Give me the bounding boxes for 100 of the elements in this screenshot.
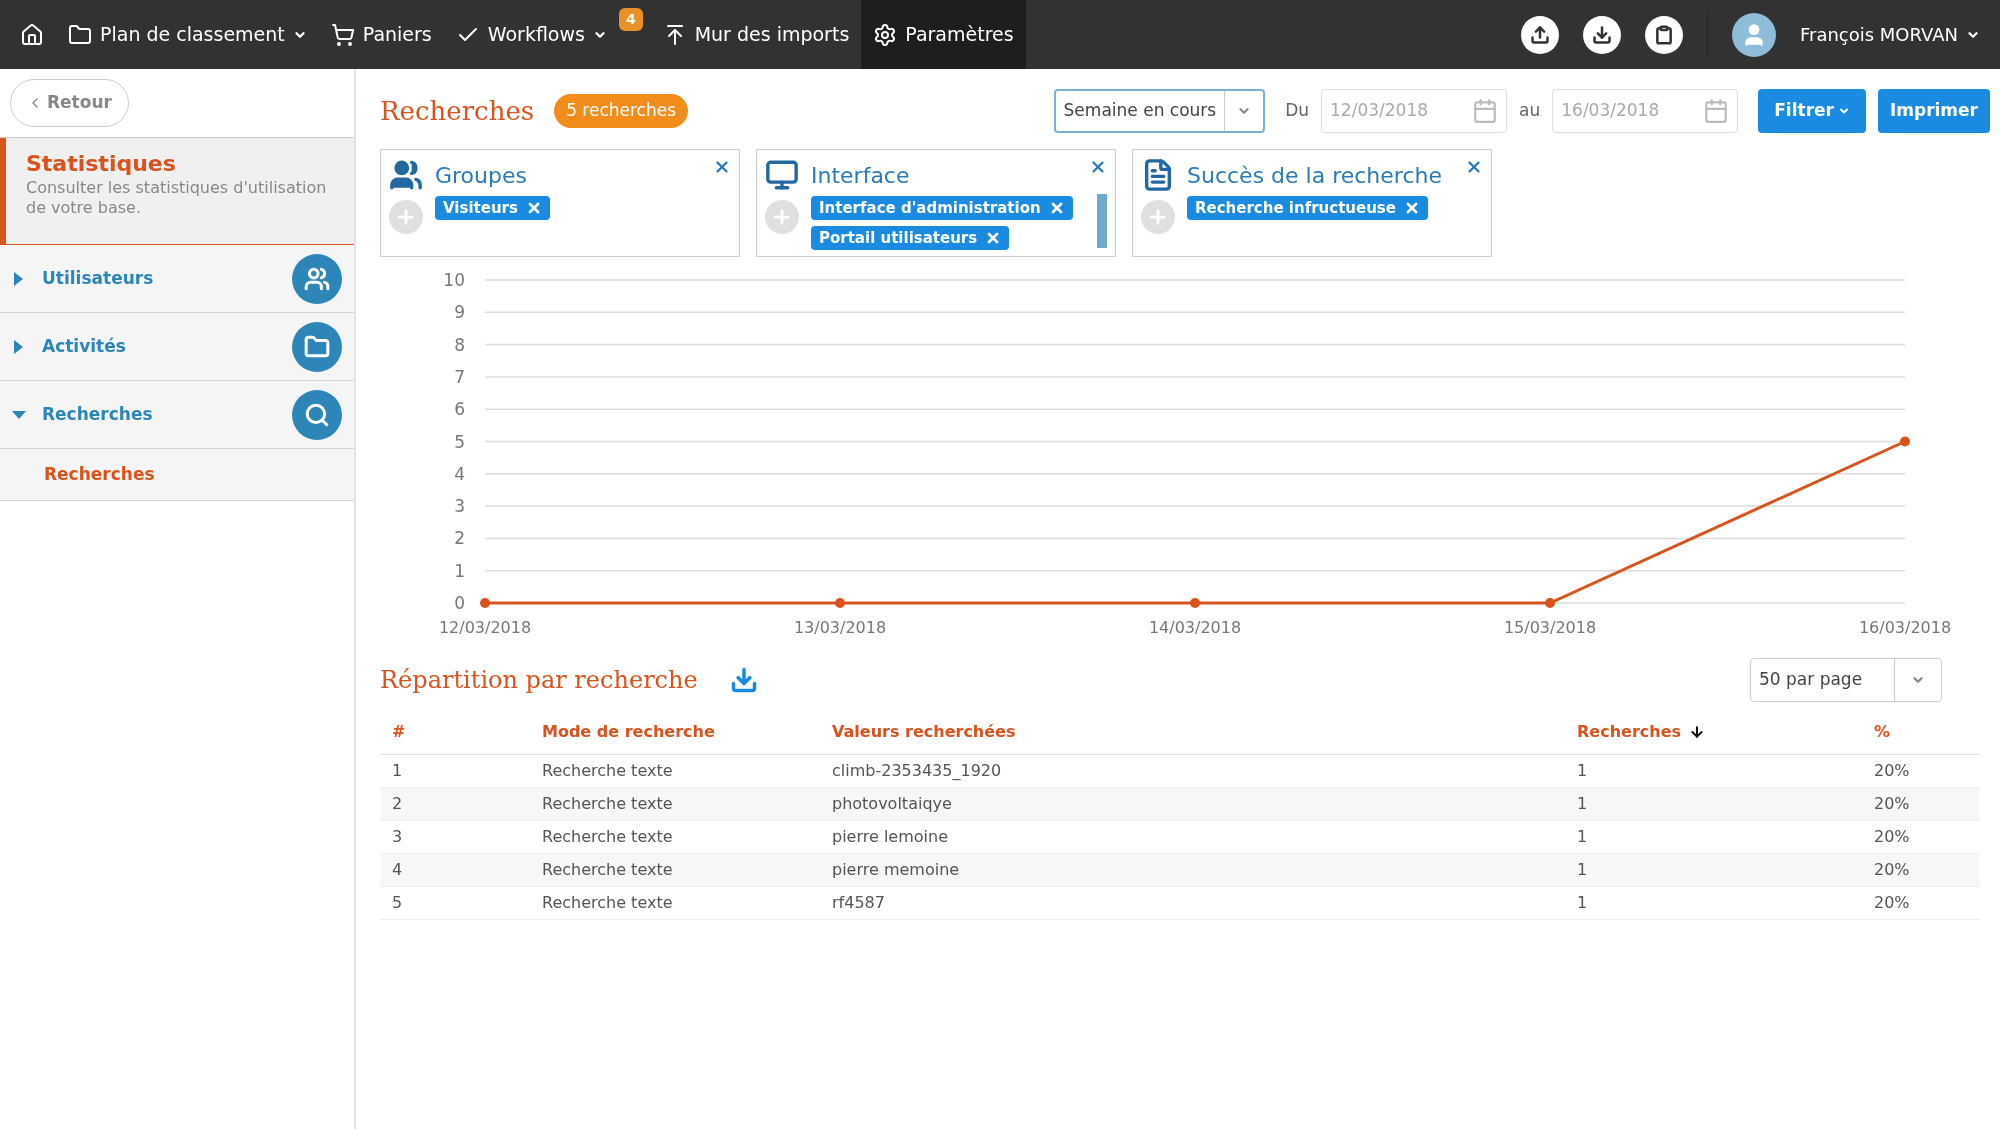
y-tick-label: 10 (443, 270, 465, 290)
y-tick-label: 2 (454, 528, 465, 549)
filter-title: Interface (811, 161, 910, 190)
table-cell: Recherche texte (530, 754, 820, 787)
upload-button[interactable] (1520, 15, 1559, 54)
column-header[interactable]: Recherches (1565, 710, 1862, 754)
column-header: Mode de recherche (530, 710, 820, 754)
nav-item[interactable]: Paniers (318, 0, 444, 69)
column-header: % (1862, 710, 1980, 754)
nav-item[interactable]: Mur des imports (650, 0, 862, 69)
folder-icon (292, 321, 342, 372)
sidebar-item[interactable]: Recherches (0, 381, 354, 449)
table-cell: Recherche texte (530, 853, 820, 886)
cart-icon (330, 22, 355, 47)
filter-title: Groupes (435, 161, 527, 190)
close-button[interactable] (1465, 158, 1483, 176)
user-menu[interactable]: François MORVAN (1799, 21, 1980, 48)
filter-tag[interactable]: Visiteurs (435, 196, 550, 220)
download-icon (1591, 24, 1612, 45)
nav-item[interactable]: Plan de classement (56, 0, 319, 69)
filter-tag[interactable]: Portail utilisateurs (811, 226, 1010, 250)
clipboard-icon (1653, 24, 1674, 45)
print-button[interactable]: Imprimer (1877, 89, 1990, 133)
table-cell: Recherche texte (530, 886, 820, 919)
table-cell: 5 (380, 886, 530, 919)
sidebar-subtitle: Consulter les statistiques d'utilisation de votre base. (26, 177, 328, 218)
download-button[interactable] (1582, 15, 1621, 54)
scrollbar[interactable] (1097, 194, 1107, 248)
table-cell: 20% (1862, 787, 1980, 820)
y-tick-label: 4 (454, 463, 465, 484)
table-cell: climb-2353435_1920 (820, 754, 1565, 787)
table-cell: pierre memoine (820, 853, 1565, 886)
search-icon (292, 389, 342, 440)
nav-item[interactable]: Paramètres (861, 0, 1026, 69)
y-tick-label: 1 (454, 560, 465, 581)
y-tick-label: 9 (454, 302, 465, 323)
page-size-select[interactable]: 50 par page (1750, 658, 1942, 702)
date-field[interactable]: 16/03/2018 (1552, 89, 1739, 133)
data-point (1545, 598, 1555, 608)
filter-tag[interactable]: Recherche infructueuse (1187, 196, 1428, 220)
download-icon[interactable] (729, 666, 758, 694)
table-cell: 1 (1565, 754, 1862, 787)
x-tick-label: 16/03/2018 (1858, 618, 1952, 637)
page-title: Recherches (380, 94, 535, 128)
date-field[interactable]: 12/03/2018 (1321, 89, 1508, 133)
monitor-icon (765, 158, 799, 192)
table-cell: Recherche texte (530, 787, 820, 820)
data-point (1190, 598, 1200, 608)
data-point (480, 598, 490, 608)
folder-icon (68, 22, 92, 47)
period-select[interactable]: Semaine en cours (1053, 89, 1266, 133)
sidebar-title: Statistiques (26, 150, 177, 178)
table-cell: photovoltaiqye (820, 787, 1565, 820)
table-cell: 20% (1862, 754, 1980, 787)
from-label: Du (1285, 99, 1310, 123)
x-tick-label: 14/03/2018 (1148, 618, 1242, 637)
filter-tag[interactable]: Interface d'administration (811, 196, 1073, 220)
close-button[interactable] (713, 158, 731, 176)
upload-icon (1529, 24, 1550, 45)
sidebar-item-label: Utilisateurs (42, 266, 154, 290)
data-point (1900, 436, 1910, 447)
table-cell: pierre lemoine (820, 820, 1565, 853)
table-cell: 20% (1862, 886, 1980, 919)
table-cell: 20% (1862, 820, 1980, 853)
column-header: # (380, 710, 530, 754)
close-button[interactable] (1089, 158, 1107, 176)
y-tick-label: 3 (454, 496, 465, 517)
notification-badge: 4 (618, 8, 643, 31)
sidebar-item-label: Activités (42, 334, 126, 358)
x-tick-label: 13/03/2018 (793, 618, 887, 637)
table-cell: Recherche texte (530, 820, 820, 853)
filter-title: Succès de la recherche (1187, 161, 1442, 190)
sidebar-item[interactable]: Utilisateurs (0, 245, 354, 313)
users-icon (389, 158, 423, 192)
calendar-icon (1472, 98, 1499, 124)
data-point (835, 598, 845, 608)
section-title: Répartition par recherche (380, 665, 698, 696)
y-tick-label: 0 (454, 593, 465, 613)
filter-button[interactable]: Filtrer (1758, 89, 1866, 133)
y-tick-label: 6 (454, 399, 465, 420)
gear-icon (873, 22, 898, 47)
table-cell: 4 (380, 853, 530, 886)
plus-icon (395, 206, 417, 228)
table-cell: 1 (1565, 853, 1862, 886)
sidebar-item-label: Recherches (42, 402, 153, 426)
table-cell: 1 (1565, 820, 1862, 853)
sidebar-subitem[interactable]: Recherches (0, 449, 354, 501)
sidebar-item[interactable]: Activités (0, 313, 354, 381)
table-cell: 1 (380, 754, 530, 787)
plus-icon (771, 206, 793, 228)
y-tick-label: 8 (454, 334, 465, 355)
home-icon (20, 22, 44, 47)
table-cell: 1 (1565, 787, 1862, 820)
table-cell: 3 (380, 820, 530, 853)
users-icon (292, 253, 342, 304)
clipboard-button[interactable] (1644, 15, 1683, 54)
table-cell: 1 (1565, 886, 1862, 919)
x-tick-label: 15/03/2018 (1503, 618, 1597, 637)
nav-item[interactable]: Workflows (443, 0, 619, 69)
table-cell: rf4587 (820, 886, 1565, 919)
